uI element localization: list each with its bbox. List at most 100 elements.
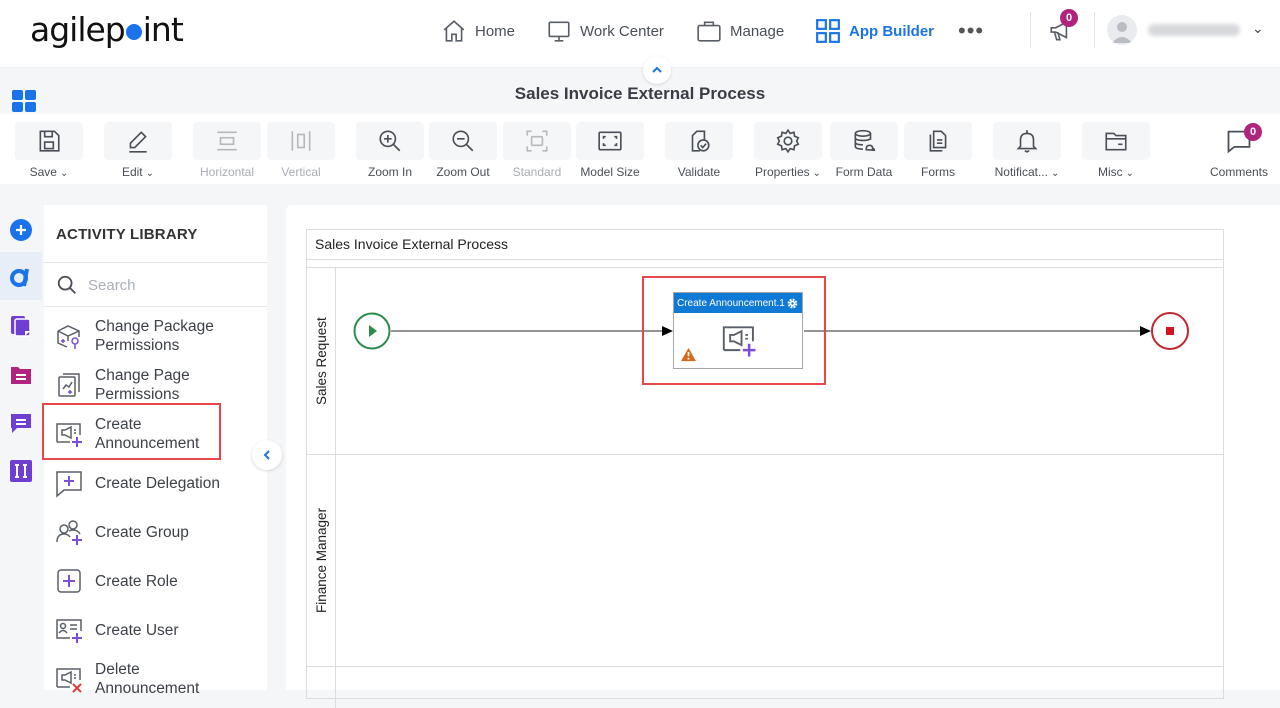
comments-label: Comments <box>1209 165 1268 179</box>
messages-tab[interactable] <box>8 410 34 436</box>
lane-header-divider <box>335 268 336 708</box>
user-icon <box>1112 22 1132 43</box>
horizontal-layout-icon <box>217 131 237 151</box>
bell-icon <box>1016 130 1038 153</box>
divider <box>1094 12 1095 48</box>
zoom-out-label: Zoom Out <box>436 165 490 179</box>
validate-label: Validate <box>677 165 721 179</box>
add-button[interactable] <box>8 217 34 243</box>
library-item-create-role[interactable]: Create Role <box>44 559 267 603</box>
folder-icon <box>1105 132 1127 151</box>
horizontal-button[interactable]: Horizontal <box>193 122 261 179</box>
collapse-library-button[interactable] <box>252 440 282 470</box>
create-role-icon <box>57 569 81 593</box>
chevron-down-icon: ⌄ <box>145 168 155 179</box>
agilepoint-logo[interactable]: agilep int <box>30 10 184 49</box>
forms-tab[interactable] <box>8 362 34 388</box>
text-field-icon <box>10 460 32 482</box>
misc-button[interactable]: Misc ⌄ <box>1082 122 1150 179</box>
library-item-change-package-permissions[interactable]: Change Package Permissions <box>44 314 267 358</box>
announcements-button[interactable]: 0 <box>1048 9 1078 46</box>
nav-manage[interactable]: Manage <box>696 16 784 46</box>
library-search[interactable] <box>44 263 267 307</box>
lane-label-finance-manager[interactable]: Finance Manager <box>314 508 329 613</box>
library-item-create-user[interactable]: Create User <box>44 608 267 652</box>
validate-button[interactable]: Validate <box>665 122 733 179</box>
library-item-label: Change Package Permissions <box>95 318 214 354</box>
form-data-button[interactable]: Form Data <box>830 122 898 179</box>
notifications-button[interactable]: Notificat... ⌄ <box>993 122 1061 179</box>
logo-text-right: int <box>142 10 184 49</box>
lane-label-sales-request[interactable]: Sales Request <box>314 317 329 405</box>
lane-divider <box>307 666 1223 667</box>
create-group-icon <box>56 520 82 545</box>
gear-icon <box>776 128 800 154</box>
model-size-label: Model Size <box>580 165 640 179</box>
horizontal-label: Horizontal <box>199 165 255 179</box>
properties-label: Properties <box>754 165 810 179</box>
nav-app-builder[interactable]: App Builder <box>815 16 934 46</box>
zoom-out-button[interactable]: Zoom Out <box>429 122 497 179</box>
library-item-label: Create Group <box>95 523 189 541</box>
model-size-button[interactable]: Model Size <box>576 122 644 179</box>
library-item-delete-announcement[interactable]: Delete Announcement <box>44 657 267 701</box>
activity-library-tab[interactable] <box>8 264 34 290</box>
collapse-header-button[interactable] <box>643 56 671 84</box>
username-redacted[interactable] <box>1148 24 1240 36</box>
save-button[interactable]: Save ⌄ <box>15 122 83 179</box>
edit-label: Edit <box>121 165 143 179</box>
nav-manage-label: Manage <box>730 22 785 40</box>
highlight-activity <box>642 276 826 385</box>
pages-tab[interactable] <box>8 313 34 339</box>
comments-button[interactable]: 0 Comments <box>1205 122 1273 179</box>
text-tab[interactable] <box>8 458 34 484</box>
more-menu-icon[interactable]: ••• <box>958 20 984 42</box>
package-permissions-icon <box>57 325 80 349</box>
vertical-layout-icon <box>291 131 311 151</box>
save-label: Save <box>29 165 57 179</box>
vertical-button[interactable]: Vertical <box>267 122 335 179</box>
library-item-create-delegation[interactable]: Create Delegation <box>44 461 267 505</box>
chevron-left-icon <box>263 450 270 460</box>
announcements-count-badge: 0 <box>1060 9 1078 27</box>
chevron-down-icon: ⌄ <box>812 168 822 179</box>
standard-size-icon <box>526 130 548 152</box>
nav-home[interactable]: Home <box>441 16 515 46</box>
chevron-down-icon: ⌄ <box>1050 168 1060 179</box>
misc-label: Misc <box>1097 165 1123 179</box>
zoom-in-button[interactable]: Zoom In <box>356 122 424 179</box>
validate-icon <box>691 130 710 152</box>
chevron-down-icon: ⌄ <box>59 168 69 179</box>
library-item-label: Create User <box>95 621 179 639</box>
highlight-create-announcement <box>42 403 221 460</box>
start-event[interactable] <box>353 312 391 350</box>
search-input[interactable] <box>88 276 248 294</box>
comments-count-badge: 0 <box>1244 123 1262 141</box>
library-item-create-group[interactable]: Create Group <box>44 510 267 554</box>
search-icon <box>57 275 76 294</box>
top-navigation: agilep int Home Work Center Manage App Bu… <box>0 0 1280 68</box>
divider <box>44 306 267 307</box>
zoom-in-label: Zoom In <box>367 165 412 179</box>
edit-button[interactable]: Edit ⌄ <box>104 122 172 179</box>
user-avatar[interactable] <box>1107 15 1137 45</box>
message-icon <box>11 414 31 433</box>
properties-button[interactable]: Properties ⌄ <box>754 122 822 179</box>
library-item-change-page-permissions[interactable]: Change Page Permissions <box>44 363 267 407</box>
stop-icon <box>1166 327 1174 335</box>
standard-button[interactable]: Standard <box>503 122 571 179</box>
logo-dot <box>125 24 142 40</box>
forms-button[interactable]: Forms <box>904 122 972 179</box>
save-icon <box>39 130 60 152</box>
form-folder-icon <box>11 367 31 384</box>
notifications-label: Notificat... <box>994 165 1048 179</box>
logo-text-left: agilep <box>30 10 126 49</box>
form-data-label: Form Data <box>835 165 893 179</box>
nav-work-center[interactable]: Work Center <box>546 16 664 46</box>
plus-circle-icon <box>10 219 32 241</box>
end-event[interactable] <box>1151 312 1189 350</box>
standard-label: Standard <box>512 165 562 179</box>
user-menu-chevron-icon[interactable]: ⌄ <box>1252 20 1264 37</box>
chevron-up-icon <box>652 66 662 73</box>
zoom-in-icon <box>379 130 401 152</box>
